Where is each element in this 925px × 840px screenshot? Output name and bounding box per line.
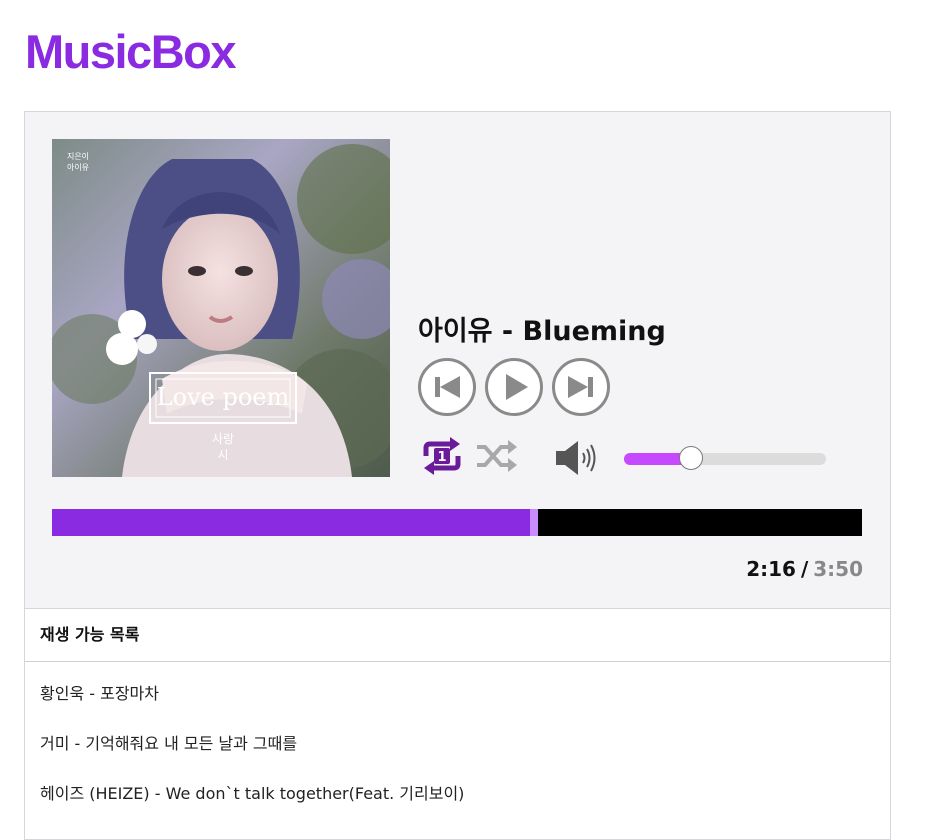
app-logo: MusicBox (25, 25, 237, 78)
now-playing-title: 아이유 - Blueming (418, 316, 666, 347)
skip-next-icon (552, 358, 610, 416)
play-icon (485, 358, 543, 416)
next-button[interactable] (552, 358, 610, 416)
repeat-one-icon: 1 (423, 437, 461, 475)
shuffle-button[interactable] (475, 436, 519, 476)
shuffle-icon (477, 440, 517, 472)
volume-slider[interactable] (624, 446, 826, 470)
album-cover: Love poem 사랑 시 지은이 아이유 (52, 139, 390, 477)
svg-text:시: 시 (217, 448, 228, 462)
svg-text:1: 1 (437, 450, 446, 465)
volume-button[interactable] (554, 438, 604, 478)
playlist-list: 황인욱 - 포장마차 거미 - 기억해줘요 내 모든 날과 그때를 헤이즈 (H… (25, 662, 890, 812)
playlist-item[interactable]: 거미 - 기억해줘요 내 모든 날과 그때를 (25, 712, 890, 762)
volume-slider-handle[interactable] (678, 446, 703, 470)
playlist-title: 재생 가능 목록 (25, 609, 890, 662)
seek-bar-fill (52, 509, 530, 536)
skip-previous-icon (418, 358, 476, 416)
svg-text:사랑: 사랑 (212, 432, 234, 446)
svg-text:지은이: 지은이 (67, 151, 89, 161)
player-panel: Love poem 사랑 시 지은이 아이유 아이유 - Blueming 1 … (24, 111, 891, 609)
total-duration: 3:50 (813, 557, 863, 581)
repeat-one-button[interactable]: 1 (420, 436, 464, 476)
svg-text:Love poem: Love poem (157, 383, 290, 411)
seek-bar-handle[interactable] (529, 509, 538, 536)
volume-icon (556, 441, 596, 475)
current-time: 2:16 (746, 557, 796, 581)
playlist-item[interactable]: 황인욱 - 포장마차 (25, 662, 890, 712)
time-display: 2:16/3:50 (746, 557, 863, 581)
play-button[interactable] (485, 358, 543, 416)
playlist-item[interactable]: 헤이즈 (HEIZE) - We don`t talk together(Fea… (25, 762, 890, 812)
playlist-panel: 재생 가능 목록 황인욱 - 포장마차 거미 - 기억해줘요 내 모든 날과 그… (24, 608, 891, 840)
svg-text:아이유: 아이유 (67, 162, 89, 172)
seek-bar[interactable] (52, 509, 862, 536)
time-separator: / (800, 557, 809, 581)
previous-button[interactable] (418, 358, 476, 416)
